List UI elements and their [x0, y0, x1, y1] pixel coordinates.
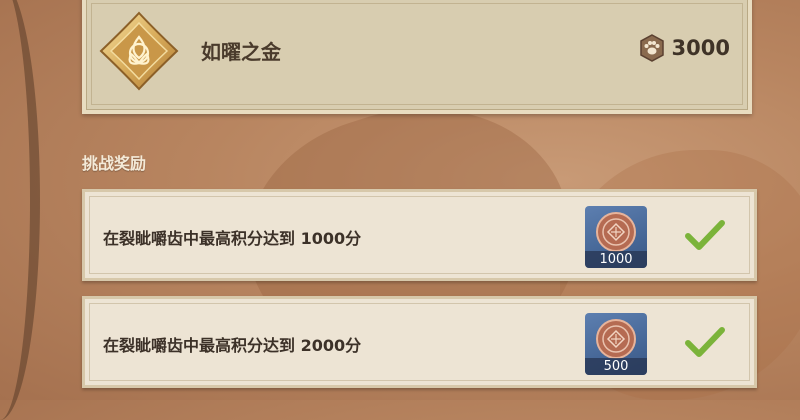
- challenge-reward-row[interactable]: 在裂眦嚼齿中最高积分达到 1000分 1000: [82, 189, 757, 281]
- check-icon: [685, 327, 725, 357]
- reward-item-count: 1000: [585, 251, 647, 268]
- reward-item-count: 500: [585, 358, 647, 375]
- gold-triquetra-emblem-icon: [99, 11, 179, 91]
- featured-reward-name: 如曜之金: [201, 40, 281, 64]
- paw-token-icon: [639, 34, 664, 62]
- cost-value: 3000: [671, 36, 730, 60]
- background-arc: [0, 0, 40, 420]
- challenge-reward-row[interactable]: 在裂眦嚼齿中最高积分达到 2000分 500: [82, 296, 757, 388]
- reward-item-tile[interactable]: 1000: [585, 206, 647, 268]
- reward-item-tile[interactable]: 500: [585, 313, 647, 375]
- check-icon: [685, 220, 725, 250]
- copper-coin-icon: [596, 212, 636, 252]
- reward-description: 在裂眦嚼齿中最高积分达到 2000分: [103, 336, 362, 355]
- copper-coin-icon: [596, 319, 636, 359]
- section-title: 挑战奖励: [82, 154, 147, 173]
- cost-display: 3000: [638, 34, 730, 62]
- reward-description: 在裂眦嚼齿中最高积分达到 1000分: [103, 229, 362, 248]
- featured-reward-card[interactable]: 如曜之金 3000: [82, 0, 752, 114]
